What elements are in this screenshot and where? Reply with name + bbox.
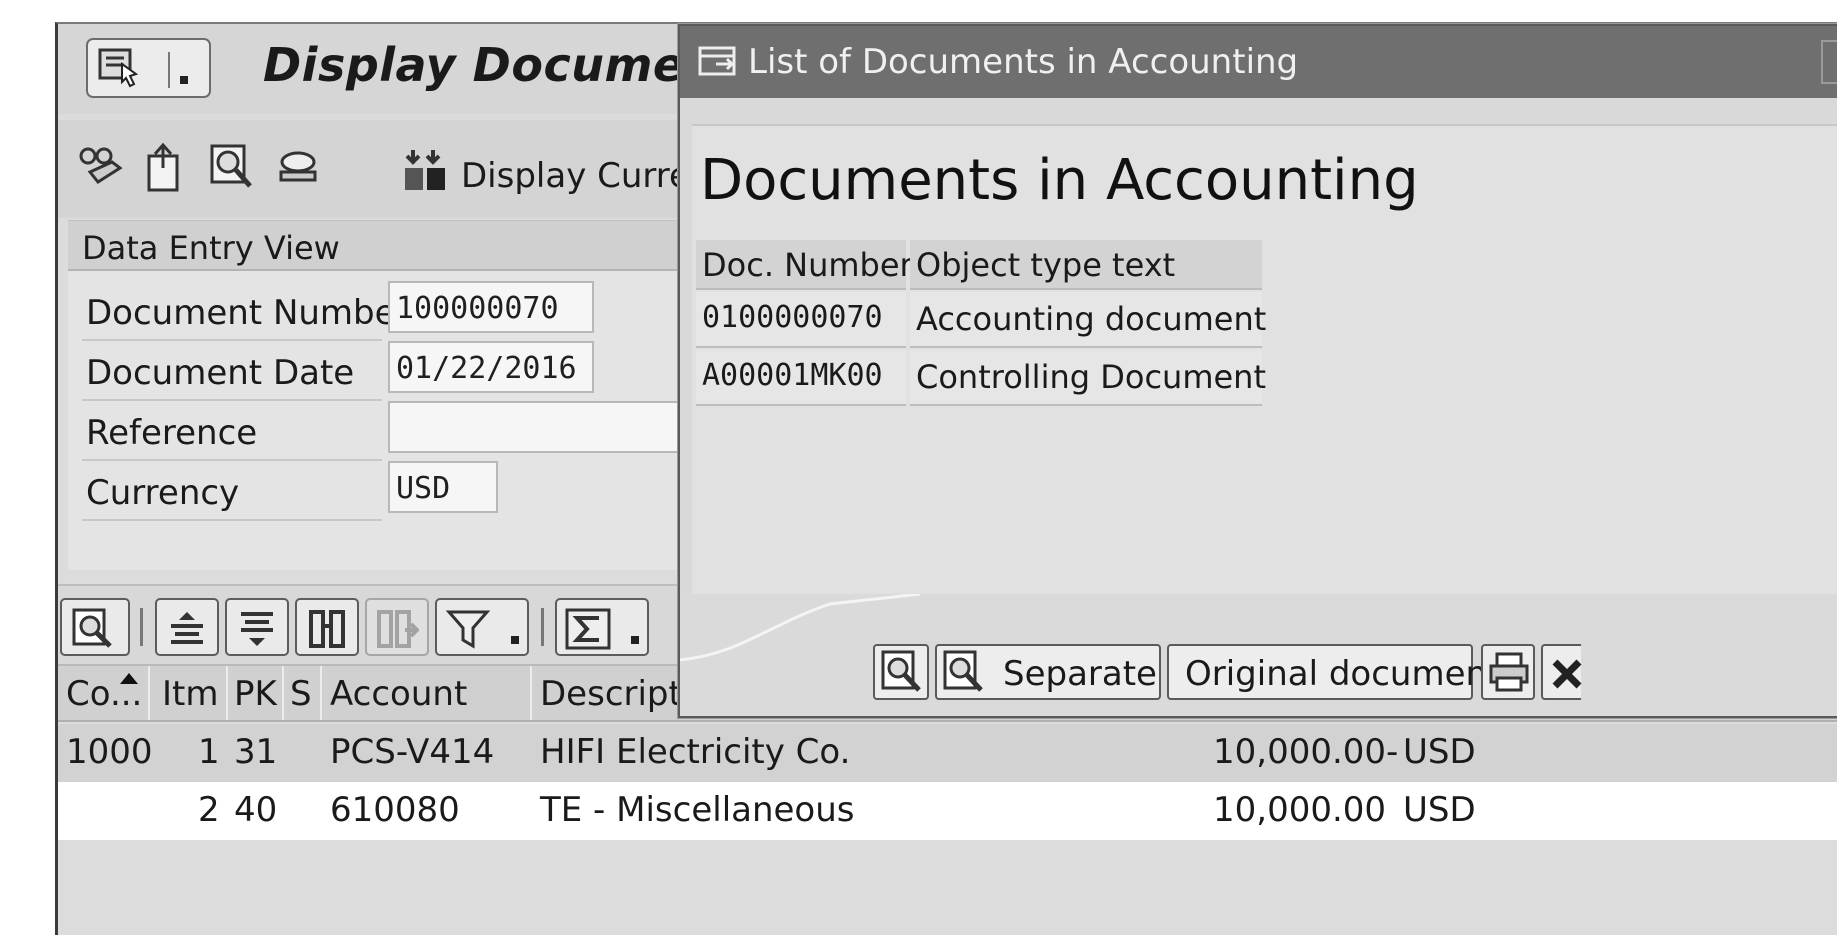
field-separator [82,459,382,461]
find-button[interactable] [295,598,359,656]
menu-icon [98,48,139,88]
cell-doc-number: 0100000070 [702,300,883,335]
cell-object-type: Accounting document [916,300,1267,338]
dialog-title: List of Documents in Accounting [748,42,1299,82]
cell-item: 1 [198,732,220,772]
find-next-button[interactable] [365,598,429,656]
column-separator [320,666,322,720]
column-header-object-type[interactable]: Object type text [910,240,1262,290]
toolbar-separator [541,608,544,646]
table-row[interactable]: 1000 1 31 PCS-V414 HIFI Electricity Co. … [58,724,1837,782]
table-row[interactable]: Controlling Document [910,350,1266,406]
sort-descending-icon [241,612,273,646]
dialog-body: Documents in Accounting Doc. Number Obje… [692,124,1837,594]
sort-indicator-icon [120,673,138,684]
column-header-doc-number-label: Doc. Number [702,246,913,284]
cell-doc-number: A00001MK00 [702,358,883,393]
reference-label: Reference [86,413,258,453]
table-row[interactable]: 2 40 610080 TE - Miscellaneous 10,000.00… [58,782,1837,840]
cancel-button[interactable] [1541,644,1582,700]
stamp-icon[interactable] [273,142,323,196]
separate-button[interactable]: Separate [935,644,1161,700]
field-separator [82,519,382,521]
column-separator [226,666,228,720]
print-button[interactable] [1481,644,1535,700]
document-number-field[interactable]: 100000070 [388,281,594,333]
sum-icon [565,608,611,650]
column-header-special[interactable]: S [290,674,312,714]
dialog-footer: Separate Original document [680,594,1837,716]
document-number-label: Document Number [86,293,410,333]
close-icon [1552,659,1582,689]
column-separator [148,666,150,720]
binoculars-next-icon [377,610,419,648]
cell-currency: USD [1403,790,1476,830]
dialog-window-icon [698,46,736,76]
cell-description: TE - Miscellaneous [540,790,855,830]
column-header-item[interactable]: Itm [162,674,218,714]
column-separator [530,666,532,720]
cell-posting-key: 31 [234,732,278,772]
filter-icon [445,610,491,649]
binoculars-icon [309,610,345,648]
document-date-label: Document Date [86,353,355,393]
chevron-down-icon [180,76,188,84]
magnifier-icon [881,650,921,692]
magnifier-icon [72,608,112,648]
chevron-down-icon [631,636,639,644]
sort-ascending-button[interactable] [155,598,219,656]
dialog-title-bar: List of Documents in Accounting [680,26,1837,98]
column-header-posting-key[interactable]: PK [234,674,277,714]
original-document-button[interactable]: Original document [1167,644,1500,700]
sort-ascending-icon [171,612,203,644]
magnifier-icon [943,650,983,692]
table-row[interactable]: 0100000070 [696,292,906,348]
column-header-account[interactable]: Account [330,674,467,714]
menu-separator [168,52,170,88]
glasses-icon[interactable] [76,142,126,196]
system-menu-button[interactable] [86,38,211,98]
cell-company-code: 1000 [66,732,153,772]
cell-amount: 10,000.00- [1213,732,1399,772]
currency-field[interactable]: USD [388,461,498,513]
filter-button[interactable] [435,598,529,656]
magnifier-icon[interactable] [208,142,258,196]
sort-descending-button[interactable] [225,598,289,656]
column-separator [282,666,284,720]
table-row[interactable]: Accounting document [910,292,1266,348]
documents-dialog: List of Documents in Accounting Document… [678,24,1837,718]
chevron-down-icon [511,636,519,644]
cell-object-type: Controlling Document [916,358,1266,396]
separate-button-label: Separate [1003,654,1157,694]
cell-account: PCS-V414 [330,732,495,772]
currency-label: Currency [86,473,240,513]
display-details-button[interactable] [873,644,929,700]
table-row[interactable]: A00001MK00 [696,350,906,406]
dialog-close-button[interactable] [1821,40,1837,84]
cell-account: 610080 [330,790,460,830]
cell-item: 2 [198,790,220,830]
dialog-heading: Documents in Accounting [700,148,1419,213]
field-separator [82,339,382,341]
document-date-field[interactable]: 01/22/2016 [388,341,594,393]
printer-icon [1489,652,1529,692]
field-separator [82,399,382,401]
original-document-button-label: Original document [1185,654,1501,694]
column-header-object-type-label: Object type text [916,246,1176,284]
cell-description: HIFI Electricity Co. [540,732,851,772]
cell-amount: 10,000.00 [1213,790,1387,830]
data-entry-view-title: Data Entry View [82,229,340,267]
cell-posting-key: 40 [234,790,278,830]
cell-currency: USD [1403,732,1476,772]
details-button[interactable] [60,598,130,656]
currency-icon [405,150,445,190]
toolbar-separator [140,608,143,646]
total-button[interactable] [555,598,649,656]
document-export-icon[interactable] [143,142,193,196]
column-header-doc-number[interactable]: Doc. Number [696,240,913,290]
